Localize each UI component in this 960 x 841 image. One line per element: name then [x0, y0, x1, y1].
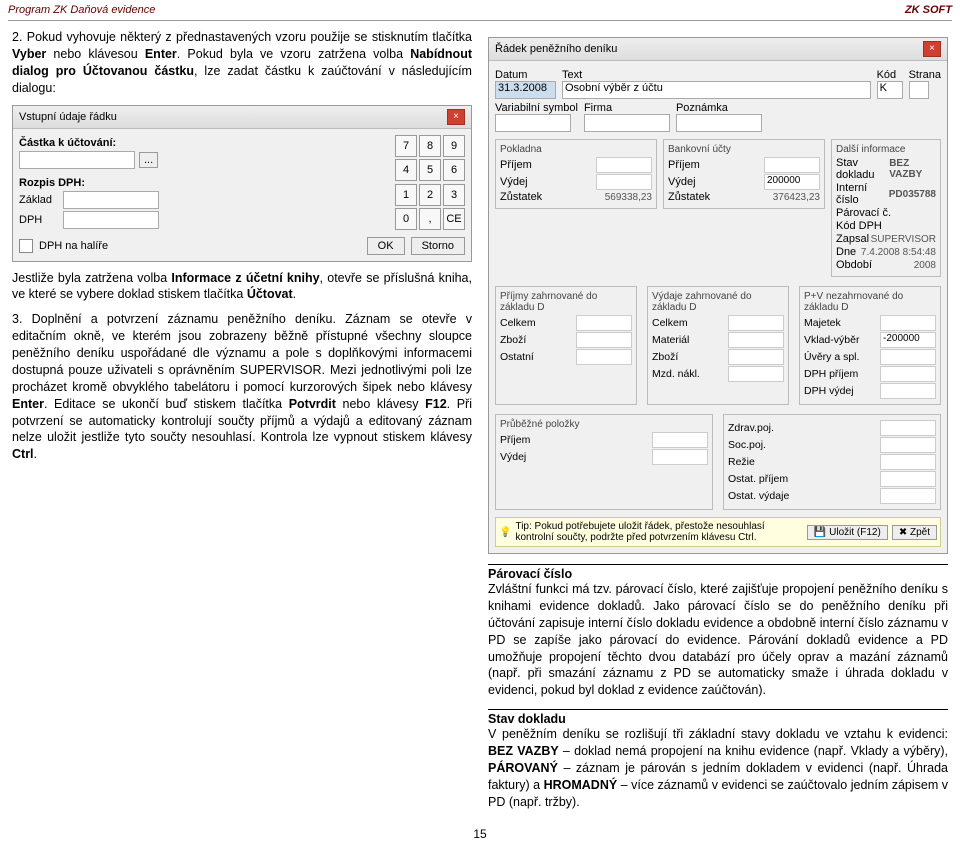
para-3: 3. Doplnění a potvrzení záznamu peněžníh…	[12, 311, 472, 463]
storno-button[interactable]: Storno	[411, 237, 465, 255]
numpad: 7 8 9 4 5 6 1 2 3 0 , CE	[395, 135, 465, 231]
dialog-title: Vstupní údaje řádku	[19, 111, 117, 123]
num-5[interactable]: 5	[419, 159, 441, 181]
input-datum[interactable]: 31.3.2008	[495, 81, 556, 99]
header-left: Program ZK Daňová evidence	[8, 4, 155, 16]
num-3[interactable]: 3	[443, 184, 465, 206]
val-zustatek1: 569338,23	[605, 192, 652, 203]
num-6[interactable]: 6	[443, 159, 465, 181]
zpet-button[interactable]: ✖ Zpět	[892, 525, 937, 540]
input-kod[interactable]: K	[877, 81, 903, 99]
input-dph[interactable]	[63, 211, 159, 229]
header-right: ZK SOFT	[905, 4, 952, 16]
para-2: Jestliže byla zatržena volba Informace z…	[12, 270, 472, 304]
tip-text: Tip: Pokud potřebujete uložit řádek, pře…	[515, 521, 802, 543]
num-7[interactable]: 7	[395, 135, 417, 157]
fld-bu-vydej[interactable]: 200000	[764, 174, 820, 190]
label-castka: Částka k účtování:	[19, 137, 116, 149]
input-poznamka[interactable]	[676, 114, 762, 132]
dialog2-title: Řádek peněžního deníku	[495, 43, 617, 55]
input-text[interactable]: Osobní výběr z účtu	[562, 81, 871, 99]
dialog-radek-deniku: Řádek peněžního deníku× Datum31.3.2008 T…	[488, 37, 948, 554]
ok-button[interactable]: OK	[367, 237, 405, 255]
input-firma[interactable]	[584, 114, 670, 132]
section-stav: Stav dokladu V peněžním deníku se rozliš…	[488, 709, 948, 810]
input-vs[interactable]	[495, 114, 571, 132]
section-parovaci: Párovací číslo Zvláštní funkci má tzv. p…	[488, 564, 948, 699]
label-rozpis: Rozpis DPH:	[19, 177, 85, 189]
fld-pok-prijem[interactable]	[596, 157, 652, 173]
lightbulb-icon: 💡	[499, 527, 511, 538]
ulozit-button[interactable]: 💾 Uložit (F12)	[807, 525, 888, 540]
ellipsis-button[interactable]: ...	[139, 152, 158, 168]
fld-pok-vydej[interactable]	[596, 174, 652, 190]
dialog-vstupni-udaje: Vstupní údaje řádku× Částka k účtování: …	[12, 105, 472, 262]
input-castka[interactable]	[19, 151, 135, 169]
input-strana[interactable]	[909, 81, 929, 99]
val-zustatek2: 376423,23	[773, 192, 820, 203]
page-number: 15	[0, 827, 960, 841]
label-dph: DPH	[19, 214, 59, 226]
fld-bu-prijem[interactable]	[764, 157, 820, 173]
num-9[interactable]: 9	[443, 135, 465, 157]
input-zaklad[interactable]	[63, 191, 159, 209]
num-1[interactable]: 1	[395, 184, 417, 206]
close-icon[interactable]: ×	[447, 109, 465, 125]
label-zaklad: Základ	[19, 194, 59, 206]
num-comma[interactable]: ,	[419, 208, 441, 230]
num-ce[interactable]: CE	[443, 208, 465, 230]
checkbox-dph-halire[interactable]	[19, 239, 33, 253]
close-icon[interactable]: ×	[923, 41, 941, 57]
num-4[interactable]: 4	[395, 159, 417, 181]
num-0[interactable]: 0	[395, 208, 417, 230]
para-1: 2. Pokud vyhovuje některý z přednastaven…	[12, 29, 472, 97]
num-2[interactable]: 2	[419, 184, 441, 206]
num-8[interactable]: 8	[419, 135, 441, 157]
